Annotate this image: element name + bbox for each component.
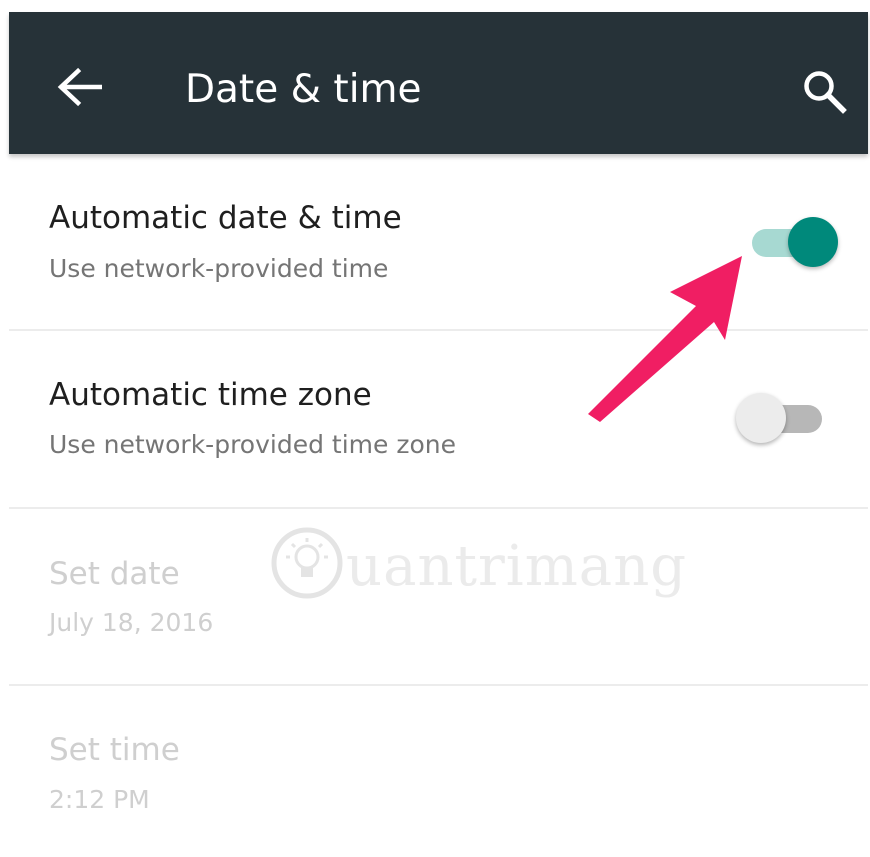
watermark-text: uantrimang: [346, 534, 688, 599]
setting-subtitle: Use network-provided time: [49, 254, 389, 283]
annotation-arrow: [588, 256, 742, 422]
page-title: Date & time: [185, 67, 422, 112]
setting-set-time: Set time 2:12 PM: [9, 686, 868, 857]
automatic-date-time-switch[interactable]: [752, 217, 838, 267]
setting-subtitle: Use network-provided time zone: [49, 430, 456, 459]
setting-subtitle: July 18, 2016: [49, 608, 214, 637]
status-gap: [0, 0, 870, 12]
watermark: uantrimang: [268, 518, 688, 608]
setting-subtitle: 2:12 PM: [49, 785, 150, 814]
switch-thumb: [788, 217, 838, 267]
arrow-back-icon[interactable]: [56, 67, 102, 107]
search-icon[interactable]: [801, 68, 847, 114]
app-toolbar: Date & time: [9, 12, 868, 154]
setting-title: Automatic date & time: [49, 200, 402, 236]
lightbulb-icon: [271, 527, 343, 599]
setting-title: Automatic time zone: [49, 377, 372, 413]
setting-title: Set date: [49, 556, 180, 592]
setting-title: Set time: [49, 732, 180, 768]
